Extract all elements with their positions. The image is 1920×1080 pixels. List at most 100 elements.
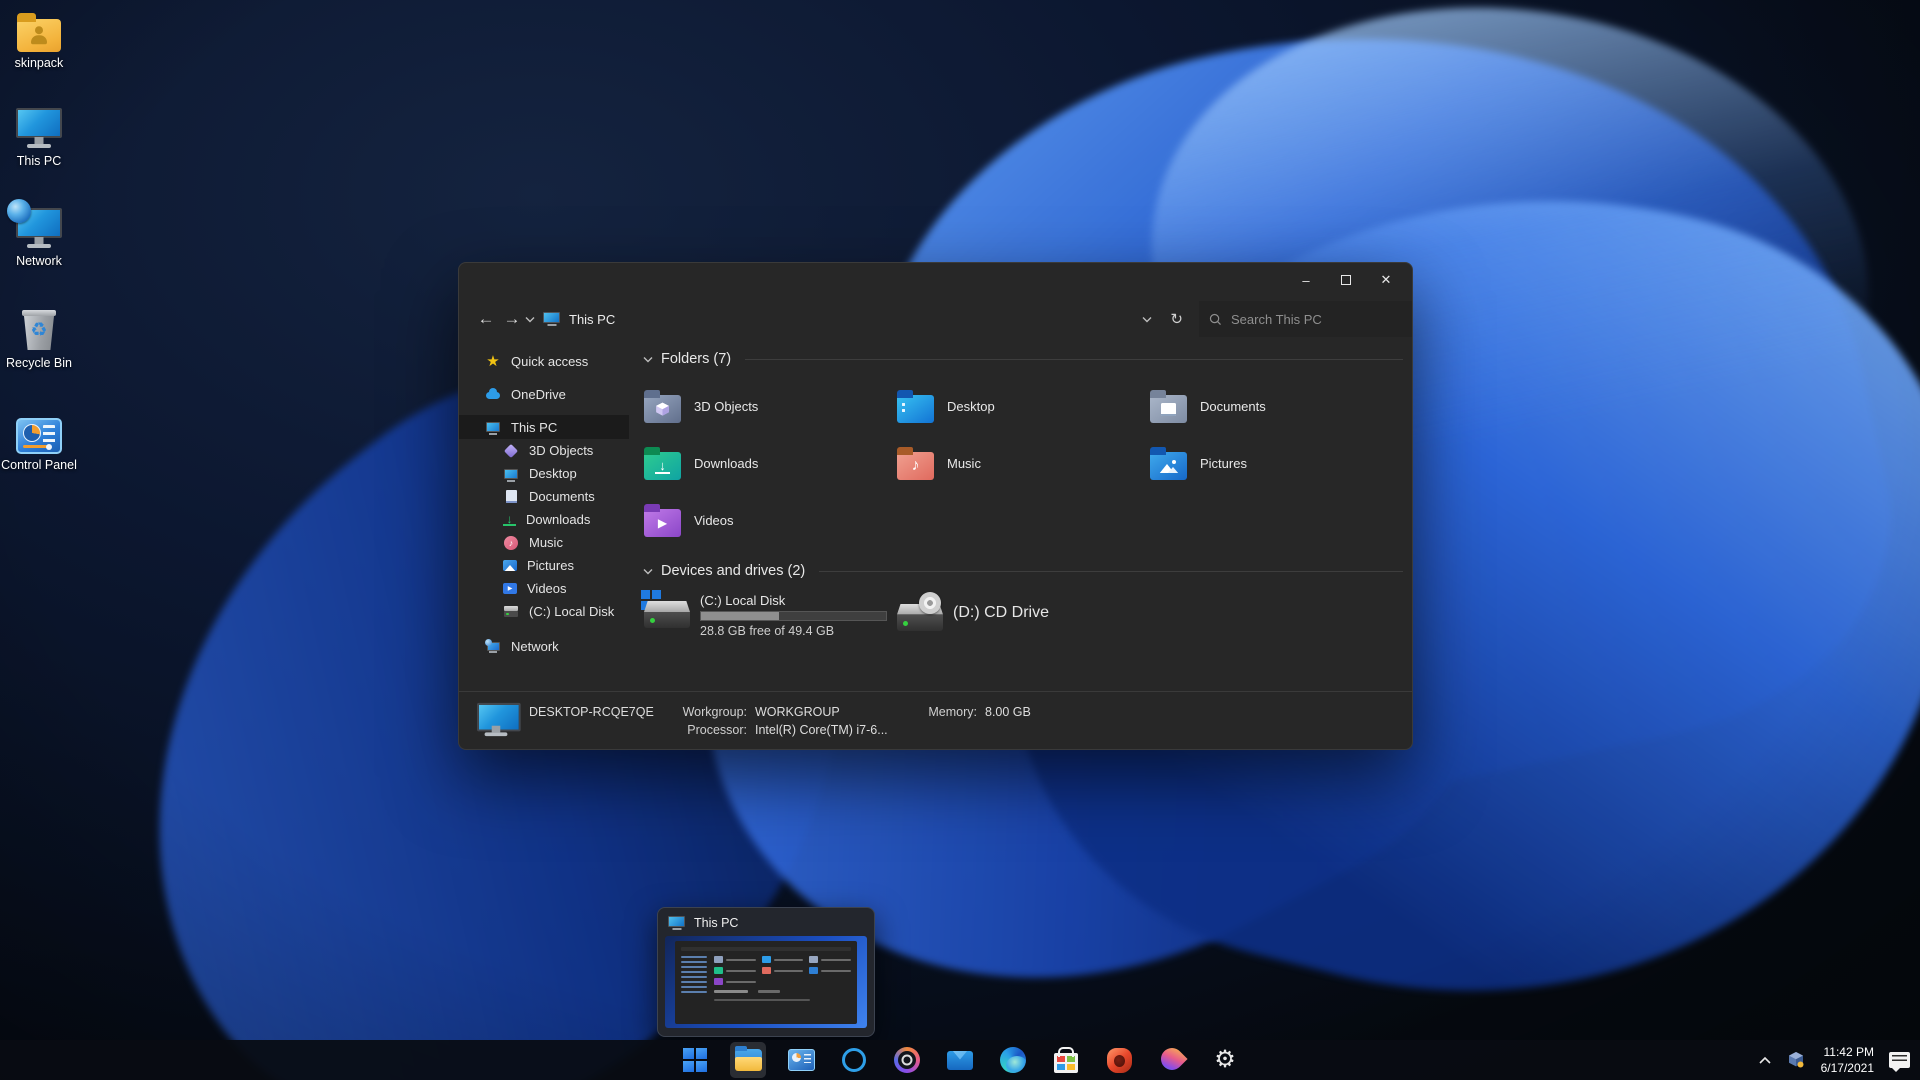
clock-time: 11:42 PM (1823, 1044, 1874, 1059)
free-space-text: 28.8 GB free of 49.4 GB (700, 624, 835, 638)
section-divider (745, 358, 1403, 360)
windows-logo-icon (683, 1048, 707, 1072)
taskbar-file-explorer[interactable] (730, 1042, 766, 1078)
taskbar-settings[interactable]: ⚙ (1207, 1042, 1243, 1078)
sidebar-item-3d-objects[interactable]: 3D Objects (459, 439, 629, 462)
preview-mini-window (675, 941, 857, 1024)
sidebar-item-this-pc[interactable]: This PC (459, 415, 629, 439)
recent-locations-chevron-icon[interactable] (525, 316, 535, 323)
taskbar-cortana[interactable] (836, 1042, 872, 1078)
taskbar-paint-3d[interactable] (1154, 1042, 1190, 1078)
taskbar-groove-music[interactable] (889, 1042, 925, 1078)
capacity-bar (700, 611, 887, 621)
desktop-icon-network[interactable]: Network (0, 199, 78, 269)
file-explorer-icon (734, 1046, 762, 1071)
video-icon (503, 583, 517, 594)
folder-tile-documents[interactable]: Documents (1150, 378, 1403, 435)
office-icon (1106, 1047, 1132, 1073)
hard-disk-icon (503, 604, 519, 620)
folder-icon (644, 447, 681, 480)
desktop-icon-recycle-bin[interactable]: ♻ Recycle Bin (0, 308, 78, 371)
collapse-chevron-icon[interactable] (643, 568, 653, 575)
folder-icon (17, 13, 61, 52)
search-input[interactable] (1231, 311, 1391, 327)
folder-tile-music[interactable]: Music (897, 435, 1150, 492)
taskbar-mail[interactable] (942, 1042, 978, 1078)
play-glyph-icon (658, 514, 667, 532)
folder-tile-desktop[interactable]: Desktop (897, 378, 1150, 435)
taskbar-control-panel[interactable] (783, 1042, 819, 1078)
network-icon (485, 638, 501, 654)
section-header-folders[interactable]: Folders (7) (643, 347, 1403, 371)
globe-icon (7, 199, 31, 223)
gear-icon: ⚙ (1214, 1046, 1236, 1073)
taskbar-office[interactable] (1101, 1042, 1137, 1078)
search-icon (1209, 313, 1221, 325)
cube-glyph-icon (656, 402, 669, 416)
forward-button[interactable]: → (499, 309, 525, 329)
sidebar-item-quick-access[interactable]: Quick access (459, 349, 629, 373)
sidebar-item-desktop[interactable]: Desktop (459, 462, 629, 485)
taskbar-clock[interactable]: 11:42 PM 6/17/2021 (1821, 1044, 1874, 1076)
monitor-icon (7, 199, 63, 250)
taskbar-edge[interactable] (995, 1042, 1031, 1078)
preview-title: This PC (694, 916, 739, 930)
desktop-icon-label: Network (16, 254, 62, 268)
sidebar-item-documents[interactable]: Documents (459, 485, 629, 508)
taskbar-store[interactable] (1048, 1042, 1084, 1078)
folder-tile-downloads[interactable]: Downloads (644, 435, 897, 492)
taskbar: ⚙ 11:42 PM 6/17/2021 (0, 1040, 1920, 1080)
sidebar-item-music[interactable]: Music (459, 531, 629, 554)
start-button[interactable] (677, 1042, 713, 1078)
taskbar-thumbnail-preview[interactable]: This PC (657, 907, 875, 1037)
address-bar[interactable]: This PC (543, 312, 615, 327)
collapse-chevron-icon[interactable] (643, 356, 653, 363)
drive-tile-c[interactable]: (C:) Local Disk 28.8 GB free of 49.4 GB (641, 590, 897, 638)
drive-tile-d[interactable]: (D:) CD Drive (897, 591, 1150, 638)
folder-icon (1150, 390, 1187, 423)
cd-disc-icon (919, 591, 941, 614)
minimize-button[interactable]: – (1286, 266, 1326, 294)
sidebar-item-c-drive[interactable]: (C:) Local Disk (459, 600, 629, 623)
drives-grid: (C:) Local Disk 28.8 GB free of 49.4 GB … (641, 590, 1403, 638)
sidebar-item-downloads[interactable]: Downloads (459, 508, 629, 531)
control-panel-icon (787, 1049, 815, 1071)
back-button[interactable]: ← (473, 309, 499, 329)
desktop-icon-this-pc[interactable]: This PC (0, 106, 78, 169)
monitor-icon (15, 108, 63, 150)
cd-drive-icon (897, 591, 943, 636)
hard-drive-icon (641, 590, 690, 633)
navigation-bar: ← → This PC ↻ (459, 297, 1412, 341)
folder-icon (644, 504, 681, 537)
action-center-icon[interactable] (1889, 1052, 1910, 1072)
maximize-button[interactable] (1326, 266, 1366, 294)
document-glyph-icon (1161, 402, 1176, 416)
sidebar-item-network[interactable]: Network (459, 634, 629, 658)
computer-name: DESKTOP-RCQE7QE (529, 704, 654, 719)
close-button[interactable]: ✕ (1366, 266, 1406, 294)
preview-thumbnail[interactable] (665, 936, 867, 1028)
section-header-devices[interactable]: Devices and drives (2) (643, 559, 1403, 583)
refresh-icon[interactable]: ↻ (1170, 310, 1183, 328)
sidebar-item-pictures[interactable]: Pictures (459, 554, 629, 577)
folder-tile-pictures[interactable]: Pictures (1150, 435, 1403, 492)
folder-tile-videos[interactable]: Videos (644, 492, 897, 549)
sidebar-item-videos[interactable]: Videos (459, 577, 629, 600)
desktop-icon-skinpack[interactable]: skinpack (0, 8, 78, 71)
folder-icon (897, 447, 934, 480)
folder-tile-3d-objects[interactable]: 3D Objects (644, 378, 897, 435)
tray-overflow-chevron-icon[interactable] (1759, 1056, 1771, 1064)
address-dropdown-chevron-icon[interactable] (1142, 316, 1152, 323)
picture-icon (503, 560, 517, 571)
desktop-icon-label: This PC (16, 154, 62, 168)
microsoft-store-icon (1054, 1052, 1078, 1073)
desktop-icon-control-panel[interactable]: Control Panel (0, 410, 78, 473)
file-explorer-window: – ✕ ← → This PC ↻ Search This PC ★ Quick… (458, 262, 1413, 750)
search-box[interactable] (1199, 301, 1412, 337)
computer-icon (476, 702, 521, 738)
window-titlebar[interactable]: – ✕ (459, 263, 1412, 297)
music-glyph-icon (912, 457, 920, 475)
recycle-bin-icon: ♻ (21, 310, 57, 352)
virtualbox-tray-icon[interactable] (1786, 1050, 1806, 1070)
sidebar-item-onedrive[interactable]: OneDrive (459, 382, 629, 406)
